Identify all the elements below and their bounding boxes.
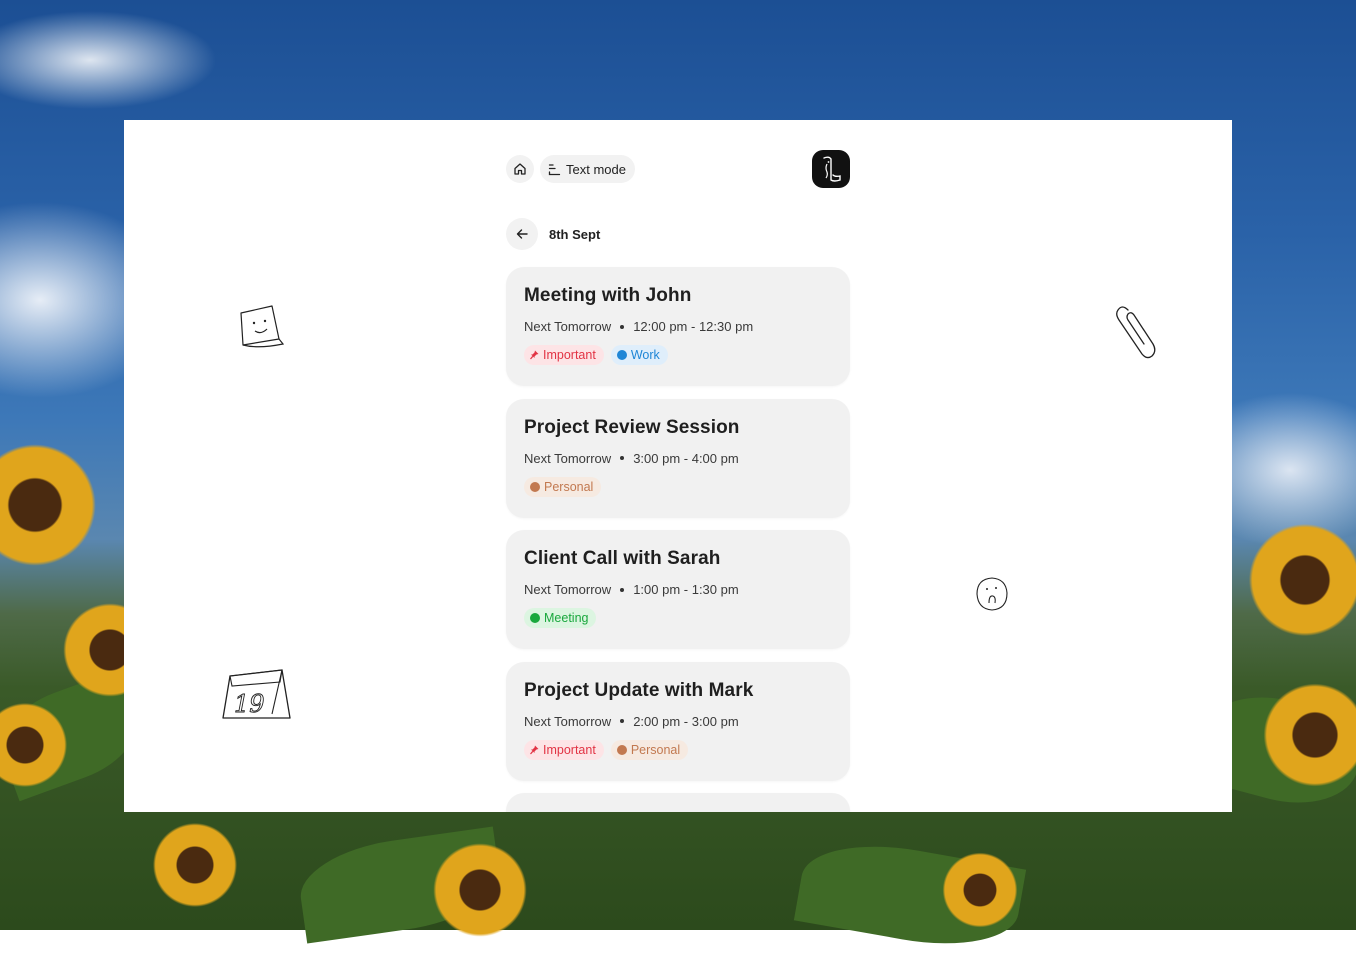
sticky-note-doodle-icon	[240, 305, 285, 348]
sunflower-shape	[430, 840, 530, 940]
event-time: 12:00 pm - 12:30 pm	[633, 319, 754, 334]
event-card[interactable]: Client Call with Sarah Next Tomorrow 1:0…	[506, 530, 850, 649]
event-card[interactable]: Project Review Session Next Tomorrow 3:0…	[506, 398, 850, 518]
home-button[interactable]	[506, 155, 534, 183]
event-day: Next Tomorrow	[524, 450, 612, 466]
text-mode-button[interactable]: Text mode	[540, 155, 635, 183]
text-lines-icon	[548, 163, 561, 175]
separator-dot	[620, 719, 625, 723]
event-list: Meeting with John Next Tomorrow 12:00 pm…	[506, 267, 850, 812]
event-title: Project Review Session	[524, 416, 740, 438]
paperclip-doodle-icon	[1116, 306, 1156, 359]
event-time: 2:00 pm - 3:00 pm	[633, 713, 739, 729]
pin-icon	[530, 350, 539, 360]
tag-color-dot	[530, 481, 540, 492]
event-title: Project Update with Mark	[524, 679, 754, 701]
event-card[interactable]: Meeting with John Next Tomorrow 12:00 pm…	[506, 267, 850, 386]
event-time: 3:00 pm - 4:00 pm	[633, 450, 739, 466]
event-title: Meeting with John	[524, 285, 692, 306]
tag-color-dot	[616, 350, 627, 360]
separator-dot	[620, 324, 625, 329]
tag-color-dot	[530, 613, 540, 623]
event-day: Next Tomorrow	[524, 713, 612, 729]
event-meta: Next Tomorrow 12:00 pm - 12:30 pm	[524, 319, 832, 334]
event-tags: Meeting	[524, 608, 832, 628]
tag-important[interactable]: Important	[524, 345, 604, 365]
event-title: Client Call with Sarah	[524, 548, 721, 569]
sunflower-shape	[1245, 520, 1356, 640]
event-meta: Next Tomorrow 2:00 pm - 3:00 pm	[524, 714, 832, 729]
event-time: 1:00 pm - 1:30 pm	[633, 582, 739, 597]
tag-label: Important	[543, 742, 596, 757]
separator-dot	[620, 456, 625, 460]
event-meta: Next Tomorrow 3:00 pm - 4:00 pm	[524, 451, 832, 466]
tag-personal[interactable]: Personal	[524, 476, 602, 497]
event-day: Next Tomorrow	[524, 319, 612, 334]
home-icon	[514, 163, 526, 175]
app-logo-icon[interactable]	[812, 150, 850, 188]
surprised-face-doodle-icon	[976, 577, 1008, 611]
separator-dot	[620, 587, 625, 592]
event-tags: Important Work	[524, 345, 832, 365]
tag-work[interactable]: Work	[610, 345, 668, 365]
date-label: 8th Sept	[549, 226, 601, 242]
arrow-left-icon	[516, 229, 528, 239]
top-bar: Text mode	[506, 150, 850, 188]
tag-label: Personal	[630, 742, 681, 757]
tag-label: Meeting	[544, 611, 589, 625]
sunflower-shape	[0, 440, 100, 570]
app-window: 19 Text mode 8th Sept Meeting with John …	[124, 120, 1232, 812]
calendar-doodle-number: 19	[234, 690, 265, 718]
event-tags: Important Personal	[524, 739, 832, 760]
event-meta: Next Tomorrow 1:00 pm - 1:30 pm	[524, 582, 832, 597]
logo-glyph	[823, 156, 841, 182]
tag-personal[interactable]: Personal	[610, 739, 689, 760]
sunflower-shape	[940, 850, 1020, 930]
tag-important[interactable]: Important	[524, 739, 604, 760]
event-tags: Personal	[524, 476, 832, 497]
calendar-doodle-icon: 19	[222, 669, 291, 719]
event-card[interactable]: Project Update with Mark Next Tomorrow 2…	[506, 661, 850, 781]
pin-icon	[530, 745, 539, 754]
date-header: 8th Sept	[506, 218, 600, 250]
sunflower-shape	[150, 820, 240, 910]
tag-label: Important	[543, 348, 596, 362]
tag-color-dot	[616, 744, 627, 755]
tag-label: Work	[630, 348, 660, 362]
text-mode-label: Text mode	[566, 161, 626, 177]
event-day: Next Tomorrow	[524, 582, 612, 597]
event-card-partial[interactable]	[506, 793, 850, 812]
tag-meeting[interactable]: Meeting	[524, 608, 597, 628]
tag-label: Personal	[544, 479, 594, 494]
back-button[interactable]	[506, 218, 538, 250]
